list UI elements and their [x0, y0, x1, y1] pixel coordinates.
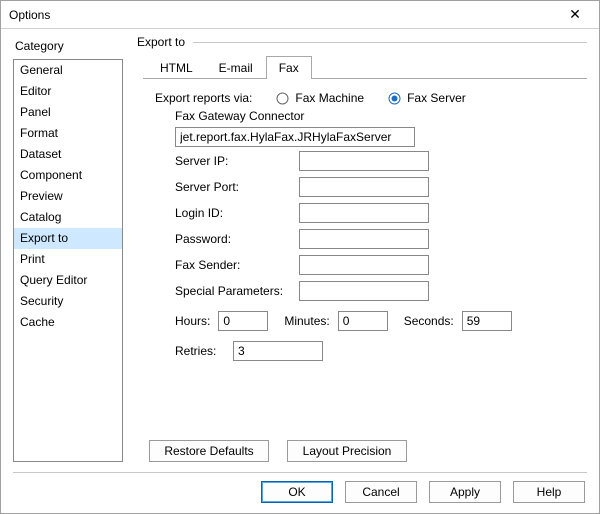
- retries-label: Retries:: [175, 344, 227, 358]
- category-item-query-editor[interactable]: Query Editor: [14, 270, 122, 291]
- server-ip-label: Server IP:: [175, 154, 293, 168]
- options-dialog: Options ✕ Category General Editor Panel …: [0, 0, 600, 514]
- restore-defaults-button[interactable]: Restore Defaults: [149, 440, 269, 462]
- export-to-panel: Export to HTML E-mail Fax Export reports…: [137, 35, 587, 462]
- category-item-editor[interactable]: Editor: [14, 81, 122, 102]
- cancel-button[interactable]: Cancel: [345, 481, 417, 503]
- export-tabbar: HTML E-mail Fax: [143, 55, 587, 79]
- login-id-input[interactable]: [299, 203, 429, 223]
- export-via-label: Export reports via:: [155, 91, 252, 105]
- category-item-preview[interactable]: Preview: [14, 186, 122, 207]
- dialog-footer: OK Cancel Apply Help: [13, 481, 587, 505]
- window-title: Options: [9, 8, 555, 22]
- panel-heading: Export to: [137, 35, 185, 49]
- category-item-format[interactable]: Format: [14, 123, 122, 144]
- category-column: Category General Editor Panel Format Dat…: [13, 35, 123, 462]
- server-port-input[interactable]: [299, 177, 429, 197]
- category-item-panel[interactable]: Panel: [14, 102, 122, 123]
- radio-fax-machine[interactable]: Fax Machine: [276, 91, 364, 105]
- help-button[interactable]: Help: [513, 481, 585, 503]
- password-label: Password:: [175, 232, 293, 246]
- category-item-dataset[interactable]: Dataset: [14, 144, 122, 165]
- layout-precision-button[interactable]: Layout Precision: [287, 440, 407, 462]
- ok-button[interactable]: OK: [261, 481, 333, 503]
- category-item-component[interactable]: Component: [14, 165, 122, 186]
- radio-off-icon: [276, 92, 289, 105]
- close-icon[interactable]: ✕: [555, 3, 595, 27]
- tab-fax[interactable]: Fax: [266, 56, 312, 79]
- special-params-input[interactable]: [299, 281, 429, 301]
- hours-label: Hours:: [175, 314, 210, 328]
- titlebar: Options ✕: [1, 1, 599, 29]
- fax-tab-panel: Export reports via: Fax Machine Fax Serv…: [137, 87, 587, 434]
- radio-on-icon: [388, 92, 401, 105]
- login-id-label: Login ID:: [175, 206, 293, 220]
- category-item-security[interactable]: Security: [14, 291, 122, 312]
- tab-html[interactable]: HTML: [147, 56, 206, 79]
- password-input[interactable]: [299, 229, 429, 249]
- category-item-catalog[interactable]: Catalog: [14, 207, 122, 228]
- apply-button[interactable]: Apply: [429, 481, 501, 503]
- hours-input[interactable]: [218, 311, 268, 331]
- minutes-input[interactable]: [338, 311, 388, 331]
- radio-fax-server[interactable]: Fax Server: [388, 91, 466, 105]
- gateway-label: Fax Gateway Connector: [149, 109, 577, 123]
- category-list[interactable]: General Editor Panel Format Dataset Comp…: [13, 59, 123, 462]
- category-item-general[interactable]: General: [14, 60, 122, 81]
- seconds-input[interactable]: [462, 311, 512, 331]
- fax-sender-label: Fax Sender:: [175, 258, 293, 272]
- server-port-label: Server Port:: [175, 180, 293, 194]
- category-item-print[interactable]: Print: [14, 249, 122, 270]
- category-heading: Category: [13, 35, 123, 59]
- fax-sender-input[interactable]: [299, 255, 429, 275]
- gateway-input[interactable]: [175, 127, 415, 147]
- minutes-label: Minutes:: [284, 314, 329, 328]
- special-params-label: Special Parameters:: [175, 284, 293, 298]
- footer-divider: [13, 472, 587, 473]
- seconds-label: Seconds:: [404, 314, 454, 328]
- category-item-cache[interactable]: Cache: [14, 312, 122, 333]
- heading-divider: [193, 42, 587, 43]
- server-ip-input[interactable]: [299, 151, 429, 171]
- retries-input[interactable]: [233, 341, 323, 361]
- tab-email[interactable]: E-mail: [206, 56, 266, 79]
- category-item-export-to[interactable]: Export to: [14, 228, 122, 249]
